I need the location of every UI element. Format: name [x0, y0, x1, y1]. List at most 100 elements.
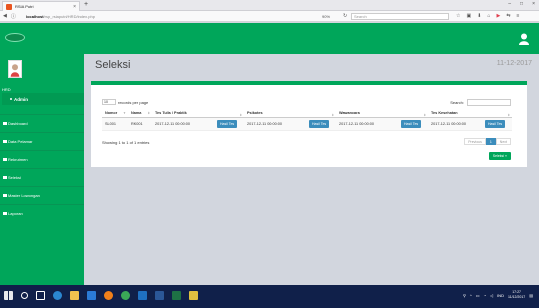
people-icon[interactable]: ⚲	[463, 293, 466, 298]
col-psikotes[interactable]: Psikotes	[244, 109, 306, 118]
search-label: Search:	[450, 100, 464, 105]
extension-icon[interactable]: ⇆	[506, 13, 510, 19]
maximize-button[interactable]: □	[520, 1, 523, 7]
pagination: Previous 1 Next	[464, 138, 511, 145]
col-kesehatan[interactable]: Tes Kesehatan	[428, 109, 482, 118]
network-icon[interactable]: ◔	[484, 293, 486, 298]
page-title: Seleksi	[95, 59, 131, 71]
notifications-icon[interactable]: ▤	[529, 293, 533, 298]
minimize-button[interactable]: –	[508, 1, 511, 7]
tab-title: RSIA Putri	[15, 4, 34, 9]
close-window-button[interactable]: ×	[532, 1, 535, 7]
back-icon[interactable]: ◀	[3, 13, 7, 20]
col-nomor[interactable]: Nomor ▼	[102, 109, 128, 118]
sidebar-item-seleksi[interactable]: Seleksi	[0, 168, 84, 186]
col-tes-tulis[interactable]: Tes Tulis / Praktik	[152, 109, 214, 118]
start-windows-icon[interactable]	[4, 291, 13, 300]
sidebar-menu: Dashboard Data Pelamar Rekrutmen Seleksi…	[0, 114, 84, 222]
browser-tab-bar: RSIA Putri × + – □ ×	[0, 0, 539, 11]
url-path: /rsp_rsiaputri/HRD/index.php	[43, 14, 95, 19]
hasil-wawancara-button[interactable]: Hasil Tes	[401, 120, 422, 128]
col-kesehatan-action[interactable]: ⇕	[482, 109, 512, 118]
new-tab-button[interactable]: +	[84, 1, 88, 8]
zoom-level[interactable]: 90%	[322, 14, 330, 19]
firefox-icon[interactable]	[104, 291, 113, 300]
tray-chevron-icon[interactable]: ^	[470, 293, 472, 298]
volume-icon[interactable]: ◁	[490, 293, 493, 298]
hasil-tes-tulis-button[interactable]: Hasil Tes	[217, 120, 238, 128]
reload-icon[interactable]: ↻	[343, 13, 347, 19]
seleksi-button[interactable]: Seleksi »	[488, 152, 511, 160]
address-bar[interactable]: localhost /rsp_rsiaputri/HRD/index.php	[26, 13, 316, 20]
bookmark-star-icon[interactable]: ☆	[456, 13, 460, 19]
store-icon[interactable]	[87, 291, 96, 300]
sidebar-item-rekrutmen[interactable]: Rekrutmen	[0, 150, 84, 168]
filter-icon	[3, 194, 7, 197]
excel-icon[interactable]	[172, 291, 181, 300]
col-psikotes-action[interactable]: ⇕	[306, 109, 336, 118]
col-nama[interactable]: Nama ⇕	[128, 109, 152, 118]
clock-date: 11/12/2017	[507, 295, 526, 299]
cell-kesehatan: 2017-12-11 00:00:00	[428, 117, 482, 131]
table-info: Showing 1 to 1 of 1 entries	[102, 140, 150, 145]
clock[interactable]: 17:27 11/12/2017	[508, 290, 525, 300]
file-explorer-icon[interactable]	[70, 291, 79, 300]
nav-buttons: ◀ ⓘ	[3, 13, 16, 20]
col-tes-tulis-action[interactable]: ⇕	[214, 109, 244, 118]
download-icon[interactable]: ⬇	[477, 13, 481, 19]
home-icon[interactable]: ⌂	[487, 13, 490, 19]
length-select[interactable]: 10	[102, 99, 116, 105]
browser-tools: ☆ ▣ ⬇ ⌂ ▶ ⇆ ≡	[456, 13, 519, 19]
language-indicator[interactable]: IND	[497, 293, 504, 298]
pager-next[interactable]: Next	[495, 138, 511, 145]
window-controls: – □ ×	[508, 1, 535, 7]
search-icon[interactable]	[21, 292, 28, 299]
system-tray: ⚲ ^ ▭ ◔ ◁ IND 17:27 11/12/2017 ▤	[463, 290, 533, 300]
tab-close-icon[interactable]: ×	[73, 4, 76, 10]
user-name: Admin	[2, 93, 84, 105]
taskbar: ⚲ ^ ▭ ◔ ◁ IND 17:27 11/12/2017 ▤	[0, 285, 539, 308]
main-content: Seleksi 11-12-2017 10 records per page S…	[84, 54, 539, 285]
sidebar-item-data-pelamar[interactable]: Data Pelamar	[0, 132, 84, 150]
chrome-icon[interactable]	[121, 291, 130, 300]
browser-search-input[interactable]: Search	[351, 13, 449, 20]
browser-toolbar: ◀ ⓘ localhost /rsp_rsiaputri/HRD/index.p…	[0, 11, 539, 22]
cell-tes-tulis: 2017-12-11 00:00:00	[152, 117, 214, 131]
edge-icon[interactable]	[53, 291, 62, 300]
favicon-icon	[6, 3, 12, 10]
user-icon[interactable]	[519, 33, 529, 45]
search-input[interactable]	[467, 99, 511, 106]
info-icon[interactable]: ⓘ	[11, 13, 16, 20]
sidebar-item-laporan[interactable]: Laporan	[0, 204, 84, 222]
list-icon	[3, 158, 7, 161]
col-wawancara-action[interactable]: ⇕	[398, 109, 428, 118]
url-host: localhost	[26, 14, 44, 19]
status-dot-icon	[10, 98, 12, 100]
sidebar-item-dashboard[interactable]: Dashboard	[0, 114, 84, 132]
seleksi-table: Nomor ▼ Nama ⇕ Tes Tulis / Praktik ⇕ Psiko…	[102, 109, 512, 131]
sidebar: HRD Admin Dashboard Data Pelamar Rekrutm…	[0, 54, 84, 285]
avatar	[8, 60, 22, 78]
filter-icon	[3, 176, 7, 179]
cell-psikotes: 2017-12-11 00:00:00	[244, 117, 306, 131]
task-view-icon[interactable]	[36, 291, 45, 300]
cell-wawancara: 2017-12-11 00:00:00	[336, 117, 398, 131]
cell-nama: RK001	[128, 117, 152, 131]
teamviewer-icon[interactable]	[138, 291, 147, 300]
paint-icon[interactable]	[189, 291, 198, 300]
battery-icon[interactable]: ▭	[476, 293, 480, 298]
word-icon[interactable]	[155, 291, 164, 300]
col-wawancara[interactable]: Wawancara	[336, 109, 398, 118]
browser-tab[interactable]: RSIA Putri ×	[2, 1, 80, 11]
pager-page-1[interactable]: 1	[485, 138, 496, 145]
page-date: 11-12-2017	[496, 60, 532, 67]
pocket-icon[interactable]: ▶	[496, 13, 500, 19]
hasil-psikotes-button[interactable]: Hasil Tes	[309, 120, 330, 128]
hasil-kesehatan-button[interactable]: Hasil Tes	[485, 120, 506, 128]
pager-previous[interactable]: Previous	[464, 138, 486, 145]
sidebar-item-master-lowongan[interactable]: Master Lowongan	[0, 186, 84, 204]
menu-icon[interactable]: ≡	[517, 13, 520, 19]
app-logo[interactable]	[5, 33, 25, 42]
clipboard-icon[interactable]: ▣	[466, 13, 471, 19]
report-icon	[3, 212, 7, 215]
